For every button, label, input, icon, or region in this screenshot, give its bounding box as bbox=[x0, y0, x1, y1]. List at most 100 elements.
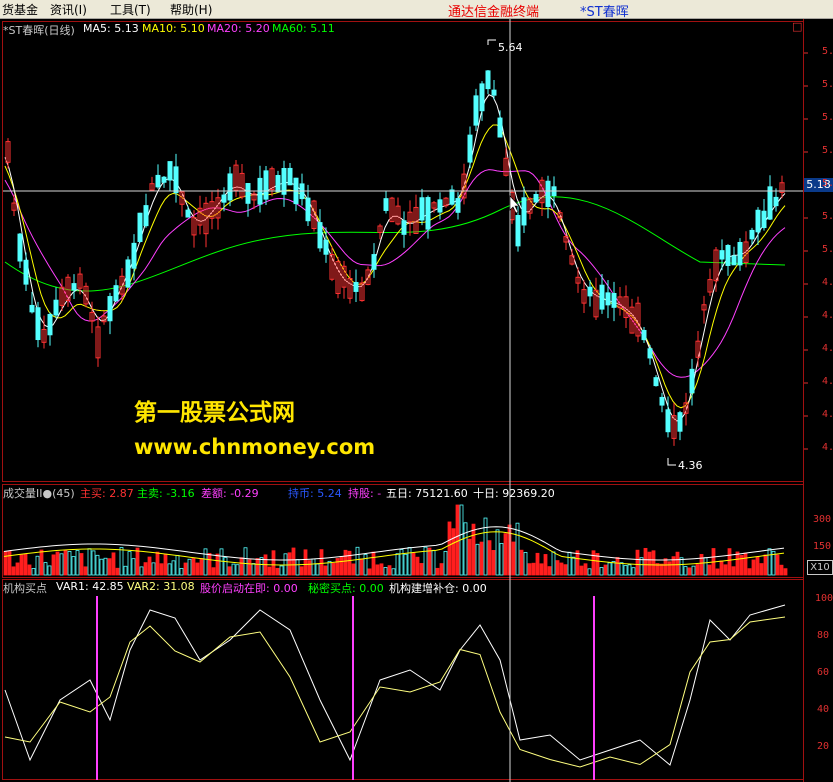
candle-body bbox=[515, 214, 521, 247]
volume-bar bbox=[23, 553, 28, 576]
volume-bar bbox=[487, 540, 492, 576]
volume-bar bbox=[191, 558, 196, 576]
candle-body bbox=[773, 196, 779, 207]
volume-bar bbox=[575, 550, 580, 576]
volume-bar bbox=[215, 553, 220, 576]
volume-bar bbox=[527, 563, 532, 576]
volume-bar bbox=[407, 547, 412, 576]
volume-bar bbox=[715, 568, 720, 576]
institution-add-label: 机构建增补仓: 0.00 bbox=[389, 582, 487, 595]
volume-bar bbox=[279, 565, 284, 576]
candle-body bbox=[545, 180, 551, 207]
volume-bar bbox=[79, 553, 84, 576]
menu-info[interactable]: 资讯(I) bbox=[50, 1, 87, 18]
volume-bar bbox=[663, 558, 668, 576]
candle-body bbox=[401, 220, 407, 235]
volume-bar bbox=[623, 565, 628, 576]
candle-body bbox=[419, 197, 425, 221]
chart-area[interactable] bbox=[0, 19, 833, 782]
panel-close-button[interactable]: □ bbox=[792, 20, 802, 33]
price-panel-frame bbox=[2, 21, 804, 482]
volume-bar bbox=[371, 551, 376, 576]
price-axis-label: 4. bbox=[822, 277, 833, 288]
menu-tools[interactable]: 工具(T) bbox=[110, 1, 151, 18]
volume-bar bbox=[39, 549, 44, 576]
candle-body bbox=[155, 174, 161, 188]
candle-body bbox=[599, 284, 605, 310]
volume-bar bbox=[239, 557, 244, 576]
candle-body bbox=[497, 117, 503, 138]
ma5-line bbox=[4, 94, 786, 422]
volume-bar bbox=[431, 549, 436, 576]
candle-body bbox=[47, 313, 53, 336]
menu-fund[interactable]: 货基金 bbox=[2, 1, 38, 18]
volume-bar bbox=[483, 517, 488, 576]
candle-body bbox=[767, 186, 773, 220]
price-axis-label: 5. bbox=[822, 112, 833, 123]
price-axis-label: 5. bbox=[822, 46, 833, 57]
volume-bar bbox=[751, 559, 756, 576]
indicator-axis-40: 40 bbox=[817, 704, 830, 715]
volume-bar bbox=[691, 565, 696, 576]
volume-bar bbox=[615, 557, 620, 576]
volume-bar bbox=[727, 548, 732, 576]
volume-bar bbox=[535, 552, 540, 576]
volume-bar bbox=[755, 556, 760, 576]
volume-bar bbox=[415, 556, 420, 576]
volume-bar bbox=[359, 558, 364, 576]
volume-bar bbox=[495, 529, 500, 576]
volume-bar bbox=[183, 562, 188, 576]
menu-bar: 货基金 资讯(I) 工具(T) 帮助(H) 通达信金融终端 *ST春晖 bbox=[0, 0, 833, 20]
price-axis-label: 5. bbox=[822, 211, 833, 222]
volume-bar bbox=[55, 551, 60, 576]
price-axis-label: 5. bbox=[822, 178, 833, 189]
candle-body bbox=[677, 412, 683, 432]
volume-bar bbox=[707, 564, 712, 576]
volume-bar bbox=[103, 557, 108, 576]
volume-bar bbox=[391, 568, 396, 576]
volume-bar bbox=[203, 548, 208, 576]
volume-bar bbox=[275, 567, 280, 576]
volume-axis-150: 150 bbox=[813, 541, 832, 552]
volume-bar bbox=[7, 551, 12, 576]
volume-bar bbox=[307, 560, 312, 576]
volume-bar bbox=[51, 554, 56, 576]
volume-bar bbox=[599, 567, 604, 576]
volume-bar bbox=[127, 551, 132, 576]
volume-bar bbox=[95, 554, 100, 576]
volume-bar bbox=[27, 564, 32, 576]
volume-bar bbox=[91, 550, 96, 576]
volume-bar bbox=[499, 542, 504, 576]
volume-bar bbox=[159, 563, 164, 576]
volume-bar bbox=[131, 558, 136, 576]
volume-bar bbox=[627, 564, 632, 576]
candle-body bbox=[131, 242, 137, 269]
volume-bar bbox=[679, 557, 684, 576]
volume-bar bbox=[223, 557, 228, 576]
price-panel-title: *ST春晖(日线) bbox=[3, 24, 75, 37]
chart-frame bbox=[2, 19, 808, 782]
volume-bar bbox=[443, 550, 448, 576]
volume-bar bbox=[255, 558, 260, 576]
candle-body bbox=[467, 134, 473, 163]
volume-bar bbox=[591, 550, 596, 576]
volume-bar bbox=[779, 564, 784, 576]
volume-panel-title: 成交量II●(45) bbox=[3, 487, 75, 500]
volume-bar bbox=[603, 564, 608, 576]
volume-bar bbox=[199, 558, 204, 576]
candle-body bbox=[53, 299, 59, 316]
candle-body bbox=[719, 250, 725, 260]
volume-bar bbox=[427, 547, 432, 576]
volume-bar bbox=[99, 558, 104, 576]
volume-bar bbox=[43, 562, 48, 576]
volume-bar bbox=[295, 559, 300, 576]
candle-body bbox=[641, 329, 647, 341]
menu-help[interactable]: 帮助(H) bbox=[170, 1, 212, 18]
volume-bar bbox=[187, 558, 192, 576]
volume-bar bbox=[175, 554, 180, 576]
volume-bar bbox=[363, 554, 368, 576]
volume-bar bbox=[311, 558, 316, 576]
ma60-label: MA60: 5.11 bbox=[272, 22, 335, 35]
volume-bar bbox=[19, 554, 24, 576]
volume-bar bbox=[251, 563, 256, 576]
